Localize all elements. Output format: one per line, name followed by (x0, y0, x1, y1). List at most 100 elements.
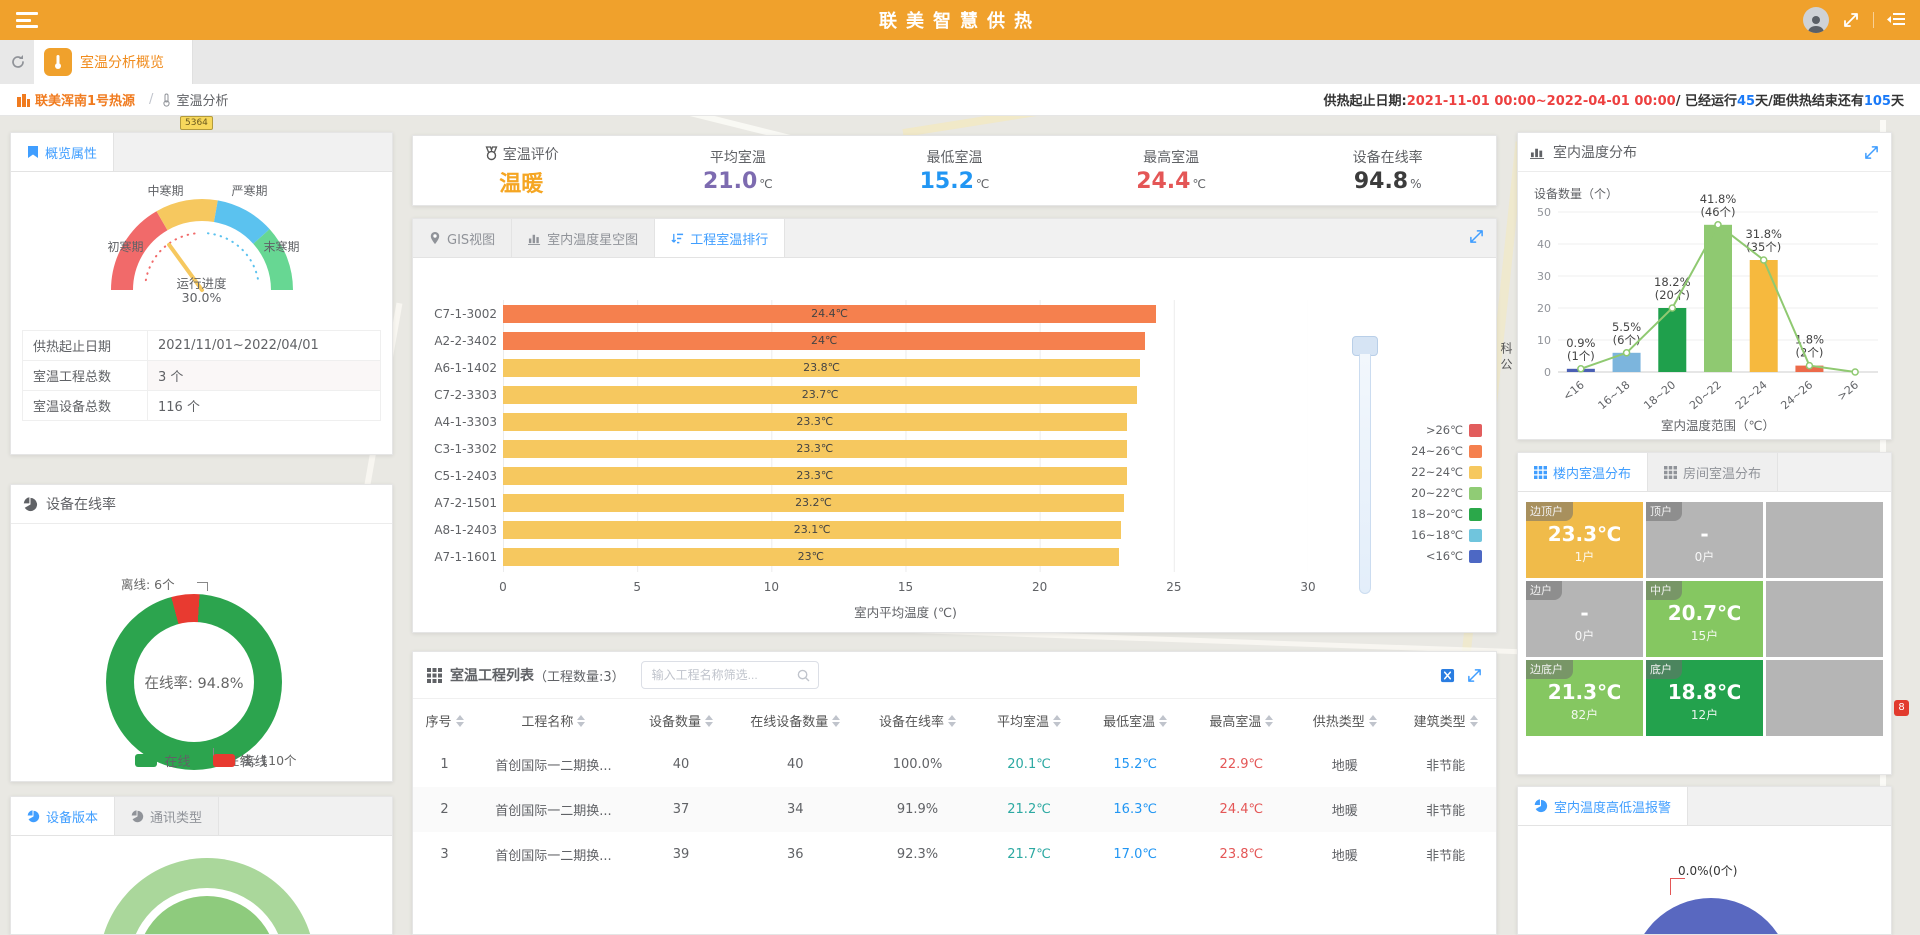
tab-gis-view[interactable]: GIS视图 (413, 219, 512, 257)
sort-desc-icon[interactable] (1470, 722, 1478, 727)
user-avatar[interactable] (1803, 7, 1829, 33)
legend-swatch (213, 754, 235, 767)
sort-carets-icon[interactable] (1369, 715, 1377, 727)
expand-icon[interactable] (1469, 229, 1484, 244)
fullscreen-icon[interactable] (1843, 12, 1859, 28)
floor-cell (1766, 502, 1883, 578)
sort-desc-icon[interactable] (832, 722, 840, 727)
stat-最高室温: 最高室温24.4℃ (1063, 147, 1280, 194)
column-header-2[interactable]: 工程名称 (476, 699, 631, 742)
table-row[interactable]: 1首创国际一二期换...4040100.0%20.1℃15.2℃22.9℃地暖非… (413, 742, 1496, 787)
sort-carets-icon[interactable] (1470, 715, 1478, 727)
sort-carets-icon[interactable] (577, 715, 585, 727)
stat-value: 24.4℃ (1063, 169, 1280, 194)
cell-最高室温: 23.8℃ (1188, 832, 1294, 877)
cell-序号: 1 (413, 742, 476, 787)
bar-category-label: C7-1-3002 (433, 307, 497, 321)
bar-track: 23.1℃ (503, 521, 1306, 539)
bar-value-label: 23.3℃ (503, 413, 1127, 431)
menu-toggle-icon[interactable] (16, 12, 38, 28)
column-header-10[interactable]: 建筑类型 (1395, 699, 1496, 742)
bar-value-label: 23.8℃ (503, 359, 1140, 377)
sort-asc-icon[interactable] (1159, 715, 1167, 720)
sort-desc-icon[interactable] (705, 722, 713, 727)
tab-room-temp[interactable]: 房间室温分布 (1648, 453, 1778, 491)
sort-asc-icon[interactable] (456, 715, 464, 720)
ranking-bar-row: A8-1-240323.1℃ (433, 516, 1306, 543)
sort-asc-icon[interactable] (832, 715, 840, 720)
column-header-6[interactable]: 平均室温 (976, 699, 1082, 742)
project-link[interactable]: 首创国际一二期换... (476, 787, 631, 832)
refresh-icon[interactable] (10, 54, 26, 70)
sort-asc-icon[interactable] (1369, 715, 1377, 720)
floor-cell-count: 0户 (1575, 627, 1595, 644)
dist-annotation-percent: 18.2% (1654, 275, 1691, 289)
column-header-7[interactable]: 最低室温 (1082, 699, 1188, 742)
tab-overview-attributes[interactable]: 概览属性 (11, 133, 114, 171)
export-excel-icon[interactable] (1440, 668, 1455, 683)
tab-temp-ranking[interactable]: 工程室温排行 (655, 219, 785, 257)
donut: 在线率: 94.8% (106, 594, 282, 770)
column-header-5[interactable]: 设备在线率 (859, 699, 976, 742)
column-header-3[interactable]: 设备数量 (631, 699, 732, 742)
tab-room-temp-overview[interactable]: 室温分析概览 (34, 40, 193, 84)
right-panel-toggle-icon[interactable] (1873, 12, 1906, 28)
temp-bar: 24℃ (503, 332, 1145, 350)
stat-value: 21.0℃ (630, 169, 847, 194)
column-header-8[interactable]: 最高室温 (1188, 699, 1294, 742)
project-link[interactable]: 首创国际一二期换... (476, 742, 631, 787)
table-row[interactable]: 2首创国际一二期换...373491.9%21.2℃16.3℃24.4℃地暖非节… (413, 787, 1496, 832)
map-alarm-marker[interactable]: 8 (1894, 700, 1909, 716)
column-header-1[interactable]: 序号 (413, 699, 476, 742)
sort-desc-icon[interactable] (948, 722, 956, 727)
sort-asc-icon[interactable] (1265, 715, 1273, 720)
bar-value-label: 24.4℃ (503, 305, 1156, 323)
sort-asc-icon[interactable] (1053, 715, 1061, 720)
sort-asc-icon[interactable] (577, 715, 585, 720)
sort-desc-icon[interactable] (1053, 722, 1061, 727)
sort-carets-icon[interactable] (832, 715, 840, 727)
sort-desc-icon[interactable] (1265, 722, 1273, 727)
sort-asc-icon[interactable] (705, 715, 713, 720)
cell-设备在线率: 91.9% (859, 787, 976, 832)
expand-icon[interactable] (1864, 145, 1879, 160)
tab-building-temp[interactable]: 楼内室温分布 (1518, 453, 1648, 491)
cell-设备在线率: 100.0% (859, 742, 976, 787)
dist-annotation-percent: 5.5% (1612, 320, 1641, 334)
search-icon[interactable] (797, 669, 810, 682)
project-link[interactable]: 首创国际一二期换... (476, 832, 631, 877)
map-road-badge: 5364 (180, 116, 213, 130)
sort-asc-icon[interactable] (948, 715, 956, 720)
sort-carets-icon[interactable] (456, 715, 464, 727)
breadcrumb-station[interactable]: 联美浑南1号热源 (35, 90, 135, 109)
column-header-4[interactable]: 在线设备数量 (731, 699, 859, 742)
legend-swatch (1469, 550, 1482, 563)
app-title: 联美智慧供热 (0, 7, 1920, 33)
sort-desc-icon[interactable] (577, 722, 585, 727)
thermometer-icon (44, 48, 72, 76)
column-header-9[interactable]: 供热类型 (1294, 699, 1395, 742)
floor-cell-type: 边户 (1526, 581, 1562, 600)
project-search-input[interactable] (650, 667, 797, 683)
tab-comm-type[interactable]: 通讯类型 (115, 797, 219, 835)
sort-desc-icon[interactable] (456, 722, 464, 727)
main-chart-panel: GIS视图室内温度星空图工程室温排行 C7-1-300224.4℃A2-2-34… (412, 218, 1497, 633)
sort-carets-icon[interactable] (1053, 715, 1061, 727)
sort-carets-icon[interactable] (705, 715, 713, 727)
column-header-inner: 建筑类型 (1414, 711, 1478, 730)
sort-desc-icon[interactable] (1369, 722, 1377, 727)
sort-asc-icon[interactable] (1470, 715, 1478, 720)
tab-label: GIS视图 (447, 229, 495, 248)
sort-carets-icon[interactable] (1265, 715, 1273, 727)
sort-carets-icon[interactable] (948, 715, 956, 727)
column-header-inner: 最低室温 (1103, 711, 1167, 730)
tab-temp-starmap[interactable]: 室内温度星空图 (512, 219, 655, 257)
app-header: 联美智慧供热 (0, 0, 1920, 40)
tab-device-version[interactable]: 设备版本 (11, 797, 115, 835)
table-row[interactable]: 3首创国际一二期换...393692.3%21.7℃17.0℃23.8℃地暖非节… (413, 832, 1496, 877)
x-axis-label: 室内温度范围（℃） (1661, 418, 1775, 433)
sort-desc-icon[interactable] (1159, 722, 1167, 727)
tab-temp-alarm[interactable]: 室内温度高低温报警 (1518, 787, 1688, 825)
expand-icon[interactable] (1467, 668, 1482, 683)
sort-carets-icon[interactable] (1159, 715, 1167, 727)
